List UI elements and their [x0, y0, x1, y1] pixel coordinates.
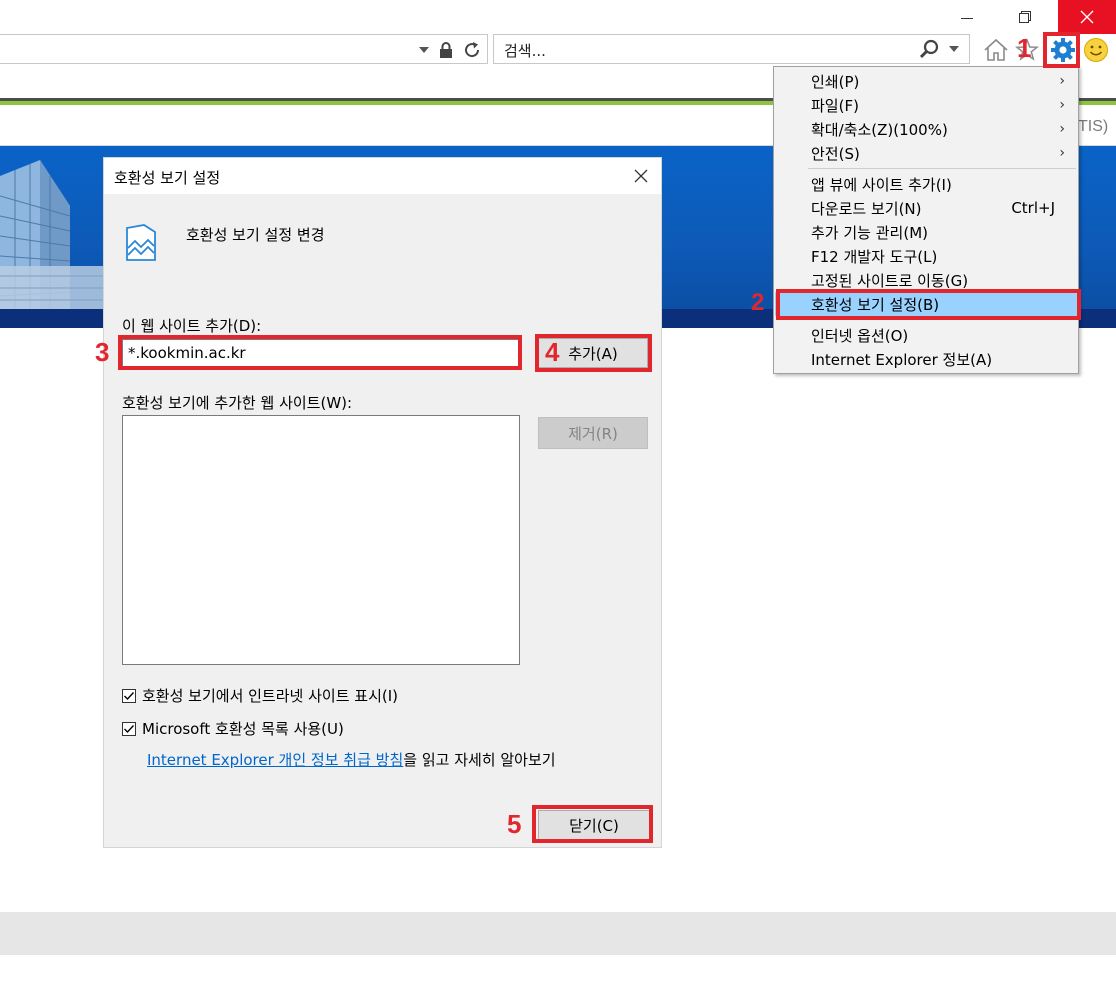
menu-item-shortcut: Ctrl+J: [1011, 199, 1055, 217]
menu-item-label: F12 개발자 도구(L): [811, 247, 938, 266]
annotation-step-4: 4: [545, 337, 560, 367]
annotation-step-3: 3: [95, 337, 110, 367]
privacy-link-row: Internet Explorer 개인 정보 취급 방침을 읽고 자세히 알아…: [147, 749, 556, 770]
menu-item-dev-tools[interactable]: F12 개발자 도구(L): [775, 244, 1077, 268]
intranet-checkbox[interactable]: [122, 688, 136, 703]
privacy-link-suffix: 을 읽고 자세히 알아보기: [403, 751, 556, 769]
restore-icon: [1019, 11, 1031, 23]
refresh-icon[interactable]: [463, 41, 481, 59]
chevron-right-icon: ›: [1059, 145, 1065, 161]
menu-item-internet-options[interactable]: 인터넷 옵션(O): [775, 323, 1077, 347]
menu-item-view-downloads[interactable]: 다운로드 보기(N) Ctrl+J: [775, 196, 1077, 220]
page-footer-bar: [0, 912, 1116, 955]
menu-item-about-ie[interactable]: Internet Explorer 정보(A): [775, 347, 1077, 371]
menu-item-add-to-apps[interactable]: 앱 뷰에 사이트 추가(I): [775, 172, 1077, 196]
annotation-box-compat-menu: [776, 289, 1081, 320]
menu-item-label: 다운로드 보기(N): [811, 199, 922, 218]
checkmark-icon: [124, 691, 135, 700]
close-icon: [1080, 10, 1094, 24]
search-box[interactable]: 검색...: [493, 34, 970, 64]
menu-item-label: 안전(S): [811, 144, 860, 163]
annotation-step-1: 1: [1017, 33, 1032, 63]
menu-item-zoom[interactable]: 확대/축소(Z)(100%) ›: [775, 117, 1077, 141]
checkmark-icon: [124, 724, 135, 733]
menu-item-safety[interactable]: 안전(S) ›: [775, 141, 1077, 165]
broken-page-icon: [126, 224, 156, 261]
close-window-button[interactable]: [1058, 0, 1116, 34]
annotation-box-gear: [1043, 32, 1080, 68]
search-dropdown-icon[interactable]: [949, 46, 959, 52]
menu-item-label: 인쇄(P): [811, 72, 860, 91]
chevron-right-icon: ›: [1059, 73, 1065, 89]
ms-list-checkbox-label: Microsoft 호환성 목록 사용(U): [142, 720, 344, 738]
dialog-title: 호환성 보기 설정: [114, 169, 221, 187]
address-bar[interactable]: [0, 34, 488, 64]
search-icon[interactable]: [919, 39, 939, 59]
menu-item-label: 앱 뷰에 사이트 추가(I): [811, 175, 952, 194]
menu-item-label: 추가 기능 관리(M): [811, 223, 928, 242]
intranet-checkbox-row[interactable]: 호환성 보기에서 인트라넷 사이트 표시(I): [122, 685, 398, 706]
menu-item-label: Internet Explorer 정보(A): [811, 350, 993, 369]
menu-separator: [808, 168, 1076, 169]
dialog-heading: 호환성 보기 설정 변경: [186, 226, 325, 244]
menu-item-label: 인터넷 옵션(O): [811, 326, 909, 345]
menu-item-label: 고정된 사이트로 이동(G): [811, 271, 969, 290]
chevron-right-icon: ›: [1059, 121, 1065, 137]
compat-view-dialog: 호환성 보기 설정 호환성 보기 설정 변경 이 웹 사이트 추가(D): *.…: [103, 157, 662, 848]
building-image: [0, 160, 104, 309]
dialog-close-button[interactable]: [629, 164, 653, 188]
home-icon[interactable]: [982, 36, 1010, 64]
chevron-right-icon: ›: [1059, 97, 1065, 113]
menu-item-file[interactable]: 파일(F) ›: [775, 93, 1077, 117]
ms-list-checkbox-row[interactable]: Microsoft 호환성 목록 사용(U): [122, 718, 344, 739]
add-site-label: 이 웹 사이트 추가(D):: [122, 317, 262, 335]
annotation-box-input: [118, 335, 522, 370]
menu-item-label: 확대/축소(Z)(100%): [811, 120, 948, 139]
added-sites-label: 호환성 보기에 추가한 웹 사이트(W):: [122, 394, 353, 412]
feedback-smiley-icon[interactable]: [1082, 36, 1110, 64]
page-partial-text: TIS): [1078, 118, 1109, 135]
ms-list-checkbox[interactable]: [122, 721, 136, 736]
dropdown-arrow-icon[interactable]: [419, 47, 429, 53]
annotation-step-2: 2: [751, 289, 765, 316]
annotation-box-close: [532, 805, 653, 843]
menu-item-label: 파일(F): [811, 96, 859, 115]
privacy-policy-link[interactable]: Internet Explorer 개인 정보 취급 방침: [147, 751, 403, 769]
intranet-checkbox-label: 호환성 보기에서 인트라넷 사이트 표시(I): [142, 687, 399, 705]
lock-icon[interactable]: [439, 42, 453, 58]
search-input[interactable]: 검색...: [504, 40, 546, 61]
menu-item-manage-addons[interactable]: 추가 기능 관리(M): [775, 220, 1077, 244]
close-icon: [634, 169, 648, 183]
annotation-step-5: 5: [507, 809, 522, 839]
dialog-titlebar: 호환성 보기 설정: [104, 158, 661, 194]
tools-menu: 인쇄(P) › 파일(F) › 확대/축소(Z)(100%) › 안전(S) › 앱 뷰…: [773, 66, 1079, 374]
minimize-button[interactable]: [944, 0, 990, 34]
restore-button[interactable]: [1002, 0, 1048, 34]
remove-button[interactable]: 제거(R): [538, 417, 648, 449]
added-sites-list[interactable]: [122, 415, 520, 665]
menu-item-print[interactable]: 인쇄(P) ›: [775, 69, 1077, 93]
